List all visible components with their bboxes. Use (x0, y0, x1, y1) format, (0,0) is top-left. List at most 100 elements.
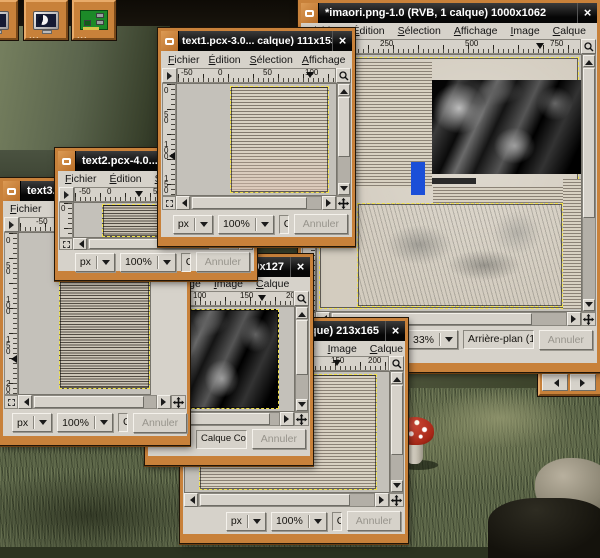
pan-cross-icon[interactable] (294, 412, 309, 426)
vertical-scrollbar[interactable] (295, 306, 309, 412)
menu-image[interactable]: Image (328, 343, 357, 355)
horizontal-scrollbar[interactable] (198, 493, 375, 507)
menu-calque[interactable]: Calque (256, 278, 289, 290)
vertical-scrollbar[interactable] (337, 83, 351, 196)
ruler-corner-button[interactable] (59, 187, 74, 202)
zoom-dropdown[interactable]: 100% (218, 215, 274, 234)
scroll-up-button[interactable] (338, 84, 350, 96)
menu-edition[interactable]: Édition (110, 173, 142, 185)
menu-edition[interactable]: Édition (353, 25, 385, 37)
scroll-right-button[interactable] (322, 196, 336, 210)
zoom-icon[interactable] (294, 291, 309, 306)
scroll-left-button[interactable] (184, 493, 198, 507)
menu-fichier[interactable]: Fichier (10, 203, 42, 215)
image-canvas[interactable] (176, 83, 337, 196)
titlebar[interactable]: *imaori.png-1.0 (RVB, 1 calque) 1000x106… (301, 3, 597, 23)
zoom-dropdown[interactable]: 100% (271, 512, 327, 531)
scroll-right-button[interactable] (157, 395, 171, 409)
scroll-up-button[interactable] (583, 55, 595, 67)
pan-cross-icon[interactable] (336, 196, 351, 210)
scroll-right-button[interactable] (280, 412, 294, 426)
window-text1: text1.pcx-3.0... calque) 111x153 × Fichi… (158, 28, 355, 246)
chevron-down-icon (100, 420, 108, 429)
horizontal-scrollbar[interactable] (190, 196, 322, 210)
close-icon[interactable]: × (332, 31, 352, 51)
unit-dropdown[interactable]: px (12, 413, 52, 432)
zoom-dropdown[interactable]: 100% (57, 413, 113, 432)
vertical-scrollbar[interactable] (390, 371, 404, 493)
ruler-corner-button[interactable] (162, 68, 177, 83)
dark-rock (488, 498, 600, 558)
monitor-icon (0, 11, 9, 30)
scroll-up-button[interactable] (296, 307, 308, 319)
menu-selection[interactable]: Sélection (398, 25, 441, 37)
scroll-down-button[interactable] (583, 299, 595, 311)
zoom-icon[interactable] (581, 39, 596, 54)
ruler-corner-button[interactable] (4, 217, 19, 232)
window-menu-icon[interactable] (301, 3, 319, 23)
quickmask-icon[interactable] (162, 196, 176, 210)
ruler-position-marker (258, 295, 266, 305)
menu-fichier[interactable]: Fichier (168, 54, 200, 66)
iconified-window-circuit[interactable]: ... (72, 0, 116, 40)
zoom-dropdown[interactable]: 33% (408, 330, 458, 349)
cancel-button[interactable]: Annuler (347, 511, 401, 531)
window-menu-icon[interactable] (58, 151, 76, 171)
cancel-button[interactable]: Annuler (252, 429, 306, 449)
zoom-icon[interactable] (336, 68, 351, 83)
scroll-left-button[interactable] (176, 196, 190, 210)
titlebar[interactable]: text1.pcx-3.0... calque) 111x153 × (161, 31, 352, 51)
window-menu-icon[interactable] (3, 181, 21, 201)
close-icon[interactable]: × (577, 3, 597, 23)
status-message: Arrière-plan (10,4 Mo) (463, 330, 534, 349)
zoom-dropdown[interactable]: 100% (120, 253, 176, 272)
scroll-down-button[interactable] (391, 480, 403, 492)
chevron-down-icon (39, 420, 47, 429)
unit-dropdown[interactable]: px (173, 215, 213, 234)
menu-selection[interactable]: Sélection (250, 54, 293, 66)
menu-fichier[interactable]: Fichier (65, 173, 97, 185)
menu-affichage[interactable]: Affichage (454, 25, 498, 37)
scroll-up-button[interactable] (391, 372, 403, 384)
cancel-button[interactable]: Annuler (539, 330, 593, 350)
dry-grass-patch (430, 388, 570, 448)
close-icon[interactable]: × (290, 257, 310, 277)
iconified-window-monitor[interactable]: ... (0, 0, 18, 40)
vertical-scrollbar[interactable] (582, 54, 596, 312)
cancel-button[interactable]: Annuler (294, 214, 348, 234)
unit-dropdown[interactable]: px (226, 512, 266, 531)
close-icon[interactable]: × (385, 321, 405, 341)
quickmask-icon[interactable] (4, 395, 18, 409)
pan-cross-icon[interactable] (389, 493, 404, 507)
scroll-left-button[interactable] (18, 395, 32, 409)
dock-prev-button[interactable] (542, 374, 568, 391)
window-menu-icon[interactable] (161, 31, 179, 51)
menu-calque[interactable]: Calque (553, 25, 586, 37)
menu-image[interactable]: Image (510, 25, 539, 37)
scroll-right-button[interactable] (375, 493, 389, 507)
pan-cross-icon[interactable] (581, 312, 596, 326)
chevron-down-icon (445, 337, 453, 346)
menu-edition[interactable]: Édition (209, 54, 241, 66)
quickmask-icon[interactable] (59, 238, 73, 250)
pan-cross-icon[interactable] (171, 395, 186, 409)
iconified-window-monitor[interactable]: ... (24, 0, 68, 40)
monitor-icon (33, 11, 59, 30)
unit-dropdown[interactable]: px (75, 253, 115, 272)
menubar: Fichier Édition Sélection Affichage Imag… (161, 51, 352, 68)
dock-next-button[interactable] (570, 374, 596, 391)
scroll-down-button[interactable] (338, 183, 350, 195)
zoom-icon[interactable] (389, 356, 404, 371)
menu-affichage[interactable]: Affichage (302, 54, 346, 66)
cancel-button[interactable]: Annuler (133, 413, 187, 433)
scroll-right-button[interactable] (567, 312, 581, 326)
scroll-left-button[interactable] (73, 238, 87, 250)
status-message: Calque Copié (2 (332, 512, 342, 531)
horizontal-scrollbar[interactable] (32, 395, 157, 409)
menu-calque[interactable]: Calque (370, 343, 403, 355)
cancel-button[interactable]: Annuler (196, 252, 250, 272)
status-message: Calqu (118, 413, 128, 432)
scroll-down-button[interactable] (296, 399, 308, 411)
caption-bar (432, 178, 476, 184)
image-canvas[interactable] (316, 54, 582, 312)
